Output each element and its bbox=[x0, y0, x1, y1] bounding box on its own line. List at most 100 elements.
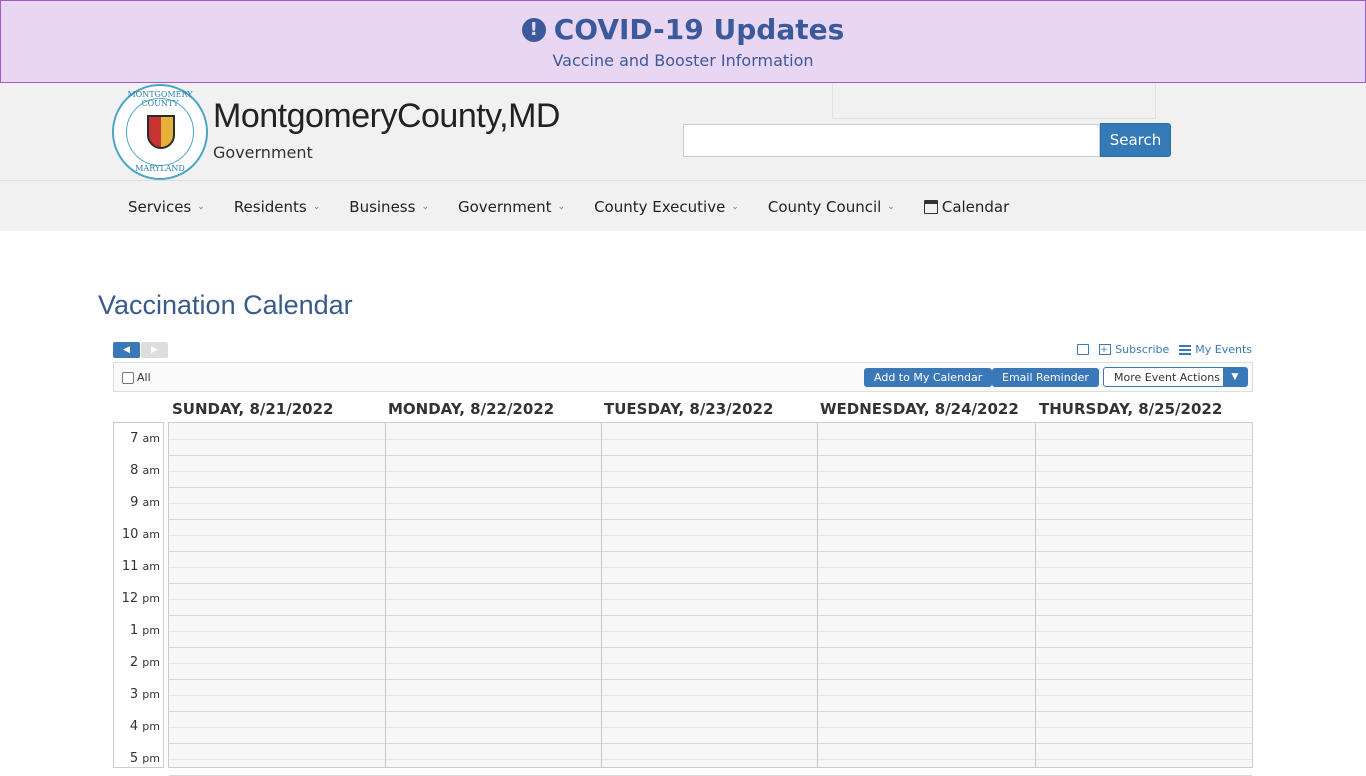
time-slot-label: 3 pm bbox=[114, 687, 163, 702]
list-icon bbox=[1179, 344, 1192, 355]
time-slot-label: 9 am bbox=[114, 495, 163, 510]
time-slot-label: 4 pm bbox=[114, 719, 163, 734]
time-period: pm bbox=[142, 656, 160, 669]
time-slot-label: 8 am bbox=[114, 463, 163, 478]
hour-gridline bbox=[169, 519, 1252, 520]
time-hour: 7 bbox=[130, 431, 143, 446]
prev-week-button[interactable]: ◀ bbox=[113, 342, 140, 358]
more-event-actions-select[interactable]: More Event Actions ▼ bbox=[1103, 367, 1248, 387]
half-hour-gridline bbox=[169, 631, 1252, 632]
chevron-down-icon: ⌄ bbox=[557, 201, 566, 212]
nav-item-government[interactable]: Government ⌄ bbox=[458, 198, 565, 216]
day-header: TUESDAY, 8/23/2022 bbox=[604, 400, 774, 418]
time-slot-label: 2 pm bbox=[114, 655, 163, 670]
half-hour-gridline bbox=[169, 567, 1252, 568]
my-events-link[interactable]: My Events bbox=[1179, 343, 1252, 356]
nav-item-label: Calendar bbox=[941, 197, 1010, 216]
chevron-down-icon: ⌄ bbox=[312, 201, 321, 212]
time-period: pm bbox=[142, 624, 160, 637]
time-slot-label: 5 pm bbox=[114, 751, 163, 766]
caret-down-icon: ▼ bbox=[1223, 368, 1247, 386]
add-to-calendar-button[interactable]: Add to My Calendar bbox=[864, 368, 993, 387]
time-period: am bbox=[142, 464, 160, 477]
time-hour: 9 bbox=[130, 495, 143, 510]
nav-item-county-council[interactable]: County Council ⌄ bbox=[768, 198, 895, 216]
nav-item-label: Residents bbox=[233, 197, 307, 216]
time-period: am bbox=[142, 528, 160, 541]
seal-text-bottom: MARYLAND bbox=[135, 164, 185, 173]
nav-item-residents[interactable]: Residents ⌄ bbox=[234, 198, 320, 216]
day-header: SUNDAY, 8/21/2022 bbox=[172, 400, 334, 418]
calendar-pager: ◀ ▶ bbox=[113, 342, 168, 358]
half-hour-gridline bbox=[169, 727, 1252, 728]
nav-item-business[interactable]: Business ⌄ bbox=[349, 198, 429, 216]
time-period: pm bbox=[142, 592, 160, 605]
search-input[interactable] bbox=[683, 124, 1100, 157]
half-hour-gridline bbox=[169, 759, 1252, 760]
hour-gridline bbox=[169, 455, 1252, 456]
time-slot-label: 1 pm bbox=[114, 623, 163, 638]
covid-banner-subtitle[interactable]: Vaccine and Booster Information bbox=[1, 51, 1365, 70]
time-hour: 12 bbox=[121, 591, 143, 606]
county-seal-logo[interactable]: MONTGOMERY COUNTY MARYLAND bbox=[112, 84, 208, 180]
covid-banner-title[interactable]: COVID-19 Updates bbox=[554, 13, 845, 46]
half-hour-gridline bbox=[169, 503, 1252, 504]
time-hour: 8 bbox=[130, 463, 143, 478]
site-title[interactable]: MontgomeryCounty,MD bbox=[213, 97, 561, 136]
nav-item-label: Business bbox=[349, 197, 416, 216]
time-slot-label: 11 am bbox=[114, 559, 163, 574]
time-hour: 4 bbox=[129, 719, 143, 734]
hour-gridline bbox=[169, 615, 1252, 616]
seal-ring bbox=[126, 98, 194, 166]
day-column-divider bbox=[1035, 423, 1036, 767]
time-period: am bbox=[142, 496, 160, 509]
half-hour-gridline bbox=[169, 663, 1252, 664]
day-column-divider bbox=[385, 423, 386, 767]
nav-item-calendar[interactable]: Calendar bbox=[923, 197, 1010, 216]
day-header: THURSDAY, 8/25/2022 bbox=[1039, 400, 1223, 418]
hour-gridline bbox=[169, 711, 1252, 712]
print-icon bbox=[1077, 344, 1090, 355]
day-header: WEDNESDAY, 8/24/2022 bbox=[820, 400, 1019, 418]
header-ad-placeholder bbox=[832, 83, 1156, 119]
chevron-down-icon: ⌄ bbox=[197, 201, 205, 212]
select-all-control[interactable]: All bbox=[122, 371, 151, 384]
time-hour: 3 bbox=[129, 687, 143, 702]
print-link[interactable] bbox=[1077, 344, 1090, 355]
nav-item-label: County Executive bbox=[594, 197, 726, 216]
half-hour-gridline bbox=[169, 695, 1252, 696]
covid-banner[interactable]: ! COVID-19 Updates Vaccine and Booster I… bbox=[0, 0, 1366, 83]
nav-item-services[interactable]: Services ⌄ bbox=[128, 198, 205, 216]
time-hour: 10 bbox=[121, 527, 143, 542]
plus-icon: + bbox=[1099, 344, 1112, 355]
select-all-checkbox[interactable] bbox=[122, 371, 134, 384]
half-hour-gridline bbox=[169, 439, 1252, 440]
covid-banner-title-row[interactable]: ! COVID-19 Updates bbox=[1, 13, 1365, 46]
calendar-icon bbox=[923, 199, 938, 214]
chevron-down-icon: ⌄ bbox=[731, 201, 739, 212]
select-all-label: All bbox=[137, 371, 151, 384]
nav-item-county-executive[interactable]: County Executive ⌄ bbox=[594, 198, 739, 216]
email-reminder-button[interactable]: Email Reminder bbox=[992, 368, 1099, 387]
half-hour-gridline bbox=[169, 471, 1252, 472]
time-hour: 1 bbox=[129, 623, 143, 638]
half-hour-gridline bbox=[169, 535, 1252, 536]
chevron-down-icon: ⌄ bbox=[421, 201, 429, 212]
hour-gridline bbox=[169, 647, 1252, 648]
time-hour: 11 bbox=[121, 559, 143, 574]
hour-gridline bbox=[169, 487, 1252, 488]
site-header: MONTGOMERY COUNTY MARYLAND MontgomeryCou… bbox=[0, 83, 1366, 180]
time-period: pm bbox=[142, 752, 160, 765]
search-button[interactable]: Search bbox=[1100, 123, 1171, 157]
nav-item-label: Government bbox=[457, 197, 552, 216]
day-column-divider bbox=[817, 423, 818, 767]
next-week-button[interactable]: ▶ bbox=[141, 342, 168, 358]
hour-gridline bbox=[169, 743, 1252, 744]
day-columns[interactable] bbox=[168, 422, 1253, 776]
chevron-down-icon: ⌄ bbox=[887, 201, 895, 212]
site-subtitle: Government bbox=[213, 143, 313, 162]
main-nav-list: Services ⌄ Residents ⌄ Business ⌄ Govern… bbox=[128, 181, 1038, 232]
time-slot-label: 10 am bbox=[114, 527, 163, 542]
subscribe-link[interactable]: + Subscribe bbox=[1099, 343, 1169, 356]
nav-item-label: Services bbox=[128, 197, 192, 216]
